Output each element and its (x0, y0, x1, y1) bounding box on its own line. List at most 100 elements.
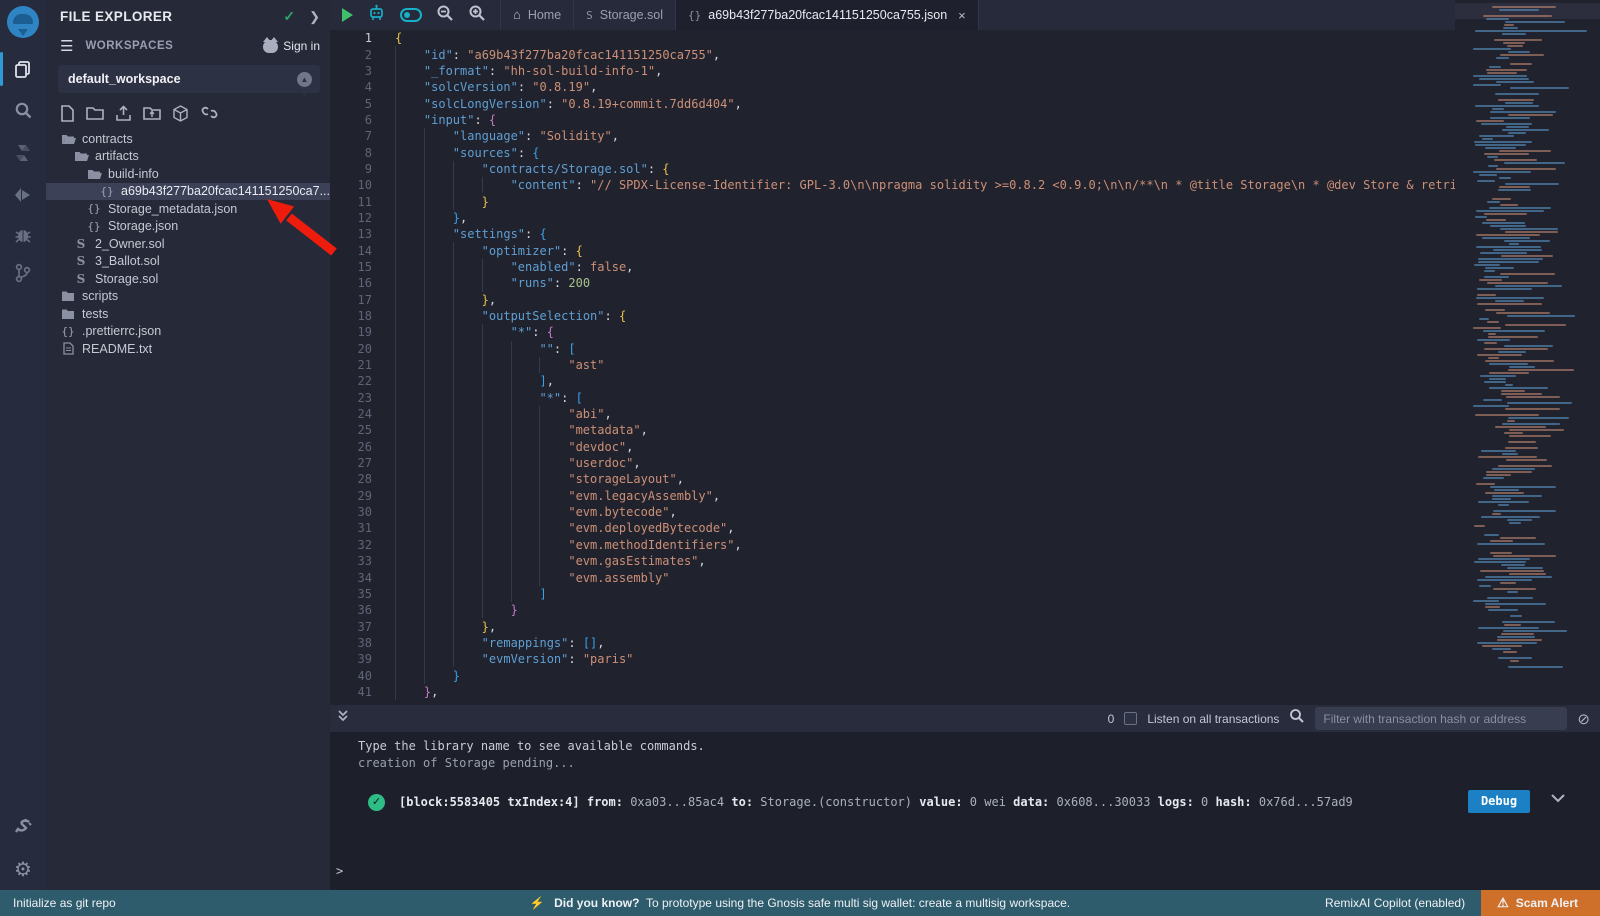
plugin-manager-plug-icon[interactable] (0, 808, 46, 842)
workspace-select[interactable]: default_workspace ▲▼ (58, 65, 320, 93)
code-line[interactable]: 11} (330, 193, 1600, 209)
terminal-output[interactable]: Type the library name to see available c… (330, 732, 1600, 890)
code-line[interactable]: 12}, (330, 210, 1600, 226)
code-editor[interactable]: us 1{2"id": "a69b43f277ba20fcac141151250… (330, 30, 1600, 705)
code-line[interactable]: 26"devdoc", (330, 439, 1600, 455)
code-line[interactable]: 3"_format": "hh-sol-build-info-1", (330, 63, 1600, 79)
code-line[interactable]: 35] (330, 586, 1600, 602)
tab-a69b43f277ba20fcac141151250ca755-json[interactable]: {}a69b43f277ba20fcac141151250ca755.json× (675, 0, 979, 30)
tree-item-tests[interactable]: tests (46, 305, 330, 323)
code-line[interactable]: 13"settings": { (330, 226, 1600, 242)
code-line[interactable]: 7"language": "Solidity", (330, 128, 1600, 144)
code-line[interactable]: 2"id": "a69b43f277ba20fcac141151250ca755… (330, 46, 1600, 62)
code-line[interactable]: 23"*": [ (330, 390, 1600, 406)
workspace-menu-hamburger-icon[interactable]: ☰ (60, 37, 73, 55)
tx-expand-chevron-icon[interactable] (1550, 792, 1566, 806)
code-line[interactable]: 24"abi", (330, 406, 1600, 422)
code-line[interactable]: 31"evm.deployedBytecode", (330, 520, 1600, 536)
minimap-line (1476, 483, 1495, 485)
copilot-toggle[interactable] (400, 8, 422, 22)
transaction-filter-input[interactable] (1315, 707, 1567, 730)
tree-item-artifacts[interactable]: artifacts (46, 148, 330, 166)
debug-button[interactable]: Debug (1468, 790, 1530, 813)
zoom-in-icon[interactable] (468, 4, 486, 27)
code-line[interactable]: 32"evm.methodIdentifiers", (330, 537, 1600, 553)
code-line[interactable]: 6"input": { (330, 112, 1600, 128)
code-line[interactable]: 18"outputSelection": { (330, 308, 1600, 324)
new-folder-icon[interactable] (86, 105, 104, 122)
line-content: "evmVersion": "paris" (372, 651, 633, 667)
deploy-run-icon[interactable] (0, 178, 46, 212)
close-tab-icon[interactable]: × (958, 8, 966, 23)
tree-item-storage-json[interactable]: {}Storage.json (46, 218, 330, 236)
code-line[interactable]: 4"solcVersion": "0.8.19", (330, 79, 1600, 95)
tree-item-3-ballot-sol[interactable]: S3_Ballot.sol (46, 253, 330, 271)
code-line[interactable]: 39"evmVersion": "paris" (330, 651, 1600, 667)
upload-file-icon[interactable] (115, 105, 132, 122)
code-line[interactable]: 28"storageLayout", (330, 471, 1600, 487)
tab-storage-sol[interactable]: SStorage.sol (573, 0, 675, 30)
clear-console-icon[interactable]: ⊘ (1577, 710, 1590, 728)
run-script-play-icon[interactable] (342, 8, 353, 22)
search-icon[interactable] (0, 93, 46, 127)
code-line[interactable]: 37}, (330, 618, 1600, 634)
tab-home[interactable]: ⌂Home (500, 0, 573, 30)
transaction-log-row[interactable]: ✓ [block:5583405 txIndex:4] from: 0xa03.… (330, 788, 1600, 816)
editor-minimap[interactable] (1455, 0, 1600, 675)
code-line[interactable]: 5"solcLongVersion": "0.8.19+commit.7dd6d… (330, 95, 1600, 111)
code-line[interactable]: 40} (330, 667, 1600, 683)
solidity-compiler-icon[interactable] (0, 136, 46, 170)
file-explorer-icon[interactable] (0, 52, 46, 86)
code-line[interactable]: 33"evm.gasEstimates", (330, 553, 1600, 569)
tree-item-label: tests (82, 307, 108, 321)
code-line[interactable]: 38"remappings": [], (330, 635, 1600, 651)
code-line[interactable]: 1{ (330, 30, 1600, 46)
code-line[interactable]: 30"evm.bytecode", (330, 504, 1600, 520)
line-content: "devdoc", (372, 439, 633, 455)
zoom-out-icon[interactable] (436, 4, 454, 27)
ipfs-cube-icon[interactable] (172, 105, 189, 122)
code-line[interactable]: 16"runs": 200 (330, 275, 1600, 291)
listen-all-checkbox[interactable] (1124, 712, 1137, 725)
tree-item-2-owner-sol[interactable]: S2_Owner.sol (46, 235, 330, 253)
code-line[interactable]: 29"evm.legacyAssembly", (330, 488, 1600, 504)
code-line[interactable]: 34"evm.assembly" (330, 569, 1600, 585)
code-line[interactable]: 41}, (330, 684, 1600, 700)
code-line[interactable]: 22], (330, 373, 1600, 389)
tree-item-storage-sol[interactable]: SStorage.sol (46, 270, 330, 288)
tree-item-a69b43f277ba20fcac141151250ca7-[interactable]: {}a69b43f277ba20fcac141151250ca7... (46, 183, 330, 201)
debugger-bug-icon[interactable] (0, 218, 46, 252)
code-line[interactable]: 17}, (330, 292, 1600, 308)
terminal-prompt[interactable]: > (336, 864, 343, 878)
code-line[interactable]: 8"sources": { (330, 144, 1600, 160)
link-icon[interactable] (200, 105, 219, 122)
code-line[interactable]: 27"userdoc", (330, 455, 1600, 471)
line-number: 41 (330, 685, 372, 699)
tx-summary-text: [block:5583405 txIndex:4] from: 0xa03...… (399, 795, 1353, 809)
code-line[interactable]: 25"metadata", (330, 422, 1600, 438)
settings-gear-icon[interactable]: ⚙ (0, 852, 46, 886)
github-sign-in-button[interactable]: Sign in (263, 39, 320, 53)
code-line[interactable]: 19"*": { (330, 324, 1600, 340)
code-line[interactable]: 14"optimizer": { (330, 242, 1600, 258)
ai-copilot-robot-icon[interactable] (367, 4, 386, 27)
tree-item-readme-txt[interactable]: README.txt (46, 340, 330, 358)
code-line[interactable]: 10"content": "// SPDX-License-Identifier… (330, 177, 1600, 193)
terminal-collapse-icon[interactable] (336, 709, 350, 728)
tree-item-storage-metadata-json[interactable]: {}Storage_metadata.json (46, 200, 330, 218)
line-number: 6 (330, 113, 372, 127)
remix-logo-icon[interactable] (7, 6, 39, 38)
code-line[interactable]: 21"ast" (330, 357, 1600, 373)
collapse-panel-chevron-icon[interactable]: ❯ (309, 9, 320, 25)
tree-item-contracts[interactable]: contracts (46, 130, 330, 148)
code-line[interactable]: 36} (330, 602, 1600, 618)
tree-item-build-info[interactable]: build-info (46, 165, 330, 183)
code-line[interactable]: 9"contracts/Storage.sol": { (330, 161, 1600, 177)
git-branch-icon[interactable] (0, 256, 46, 290)
code-line[interactable]: 20"": [ (330, 341, 1600, 357)
new-file-icon[interactable] (60, 105, 75, 122)
tree-item--prettierrc-json[interactable]: {}.prettierrc.json (46, 323, 330, 341)
code-line[interactable]: 15"enabled": false, (330, 259, 1600, 275)
tree-item-scripts[interactable]: scripts (46, 288, 330, 306)
upload-folder-icon[interactable] (143, 105, 161, 122)
